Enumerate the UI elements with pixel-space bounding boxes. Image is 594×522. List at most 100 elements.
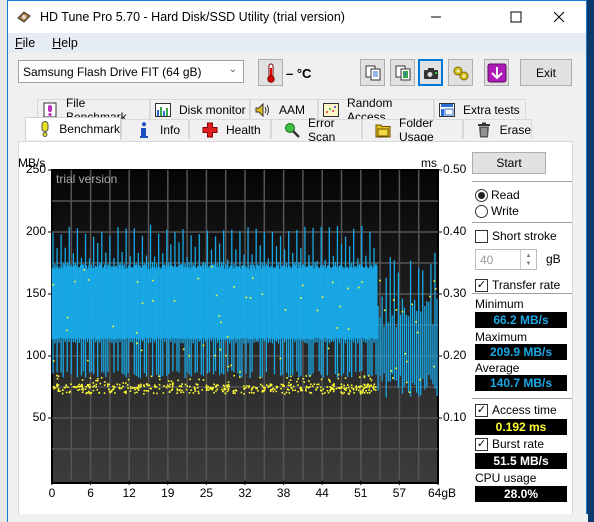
access-time-point bbox=[345, 387, 348, 389]
access-time-point bbox=[95, 383, 98, 386]
stepper-arrows[interactable]: ▲ ▼ bbox=[520, 250, 536, 269]
access-time-point bbox=[197, 277, 200, 280]
access-time-point bbox=[315, 388, 318, 391]
access-time-label: Access time bbox=[492, 403, 557, 417]
access-time-point bbox=[280, 383, 283, 386]
access-time-point bbox=[362, 389, 364, 392]
access-time-point bbox=[279, 357, 282, 360]
access-time-point bbox=[226, 390, 229, 393]
short-stroke-size-stepper[interactable]: 40 ▲ ▼ bbox=[475, 249, 537, 270]
access-time-point bbox=[327, 347, 330, 350]
checkmark-icon: ✓ bbox=[475, 403, 488, 417]
access-time-point bbox=[224, 388, 227, 390]
access-time-point bbox=[256, 387, 258, 390]
short-stroke-checkbox[interactable]: Short stroke bbox=[475, 229, 557, 243]
access-time-point bbox=[248, 384, 250, 387]
access-time-point bbox=[275, 390, 278, 393]
access-time-point bbox=[225, 354, 227, 357]
average-label: Average bbox=[475, 361, 520, 375]
short-stroke-box bbox=[475, 229, 488, 243]
access-time-point bbox=[88, 386, 91, 389]
x-tick-label: 44 bbox=[315, 486, 329, 500]
access-time-point bbox=[320, 378, 323, 381]
access-time-point bbox=[363, 392, 366, 394]
access-time-point bbox=[269, 383, 272, 386]
access-time-point bbox=[59, 390, 61, 393]
access-time-readout: 0.192 ms bbox=[475, 419, 567, 435]
access-time-point bbox=[366, 392, 369, 394]
read-radio[interactable]: Read bbox=[475, 188, 520, 202]
access-time-point bbox=[320, 386, 322, 389]
access-time-point bbox=[359, 393, 362, 395]
access-time-point bbox=[265, 384, 268, 386]
x-tick-label: 32 bbox=[238, 486, 252, 500]
access-time-point bbox=[198, 378, 200, 381]
access-time-point bbox=[320, 389, 322, 392]
write-radio[interactable]: Write bbox=[475, 204, 519, 218]
access-time-point bbox=[337, 373, 340, 376]
access-time-point bbox=[297, 377, 300, 380]
access-time-point bbox=[245, 385, 248, 387]
access-time-point bbox=[227, 365, 230, 368]
access-time-point bbox=[81, 385, 83, 387]
access-time-point bbox=[248, 391, 251, 394]
access-time-point bbox=[321, 296, 324, 298]
access-time-point bbox=[316, 386, 319, 389]
start-button[interactable]: Start bbox=[472, 152, 546, 174]
access-time-point bbox=[176, 392, 178, 394]
transfer-rate-checkbox[interactable]: ✓ Transfer rate bbox=[475, 278, 560, 292]
access-time-point bbox=[309, 383, 312, 386]
access-time-point bbox=[217, 384, 219, 386]
access-time-point bbox=[242, 385, 245, 388]
access-time-point bbox=[56, 383, 58, 386]
access-time-point bbox=[215, 384, 218, 387]
access-time-point bbox=[156, 392, 158, 395]
access-time-point bbox=[415, 321, 417, 323]
access-time-point bbox=[368, 392, 371, 394]
access-time-point bbox=[129, 390, 132, 392]
access-time-point bbox=[331, 388, 333, 391]
access-time-point bbox=[57, 389, 60, 392]
y-tick-label: 50 bbox=[32, 410, 46, 424]
access-time-point bbox=[227, 381, 230, 383]
separator bbox=[472, 293, 572, 294]
access-time-point bbox=[109, 391, 111, 394]
access-time-point bbox=[152, 279, 154, 282]
access-time-point bbox=[168, 385, 170, 388]
access-time-point bbox=[347, 386, 350, 389]
read-radio-label: Read bbox=[491, 188, 520, 202]
access-time-point bbox=[123, 391, 126, 393]
access-time-point bbox=[86, 384, 89, 386]
stepper-up-icon[interactable]: ▲ bbox=[526, 252, 532, 260]
access-time-point bbox=[85, 385, 87, 388]
access-time-point bbox=[374, 386, 377, 388]
access-time-point bbox=[122, 382, 125, 384]
access-time-point bbox=[81, 391, 84, 394]
access-time-checkbox[interactable]: ✓ Access time bbox=[475, 403, 557, 417]
access-time-point bbox=[259, 376, 261, 379]
access-time-point bbox=[158, 383, 161, 386]
access-time-point bbox=[249, 296, 252, 299]
access-time-point bbox=[77, 385, 79, 388]
access-time-point bbox=[84, 388, 87, 390]
x-tick-label: 0 bbox=[48, 486, 56, 500]
access-time-point bbox=[226, 384, 228, 387]
access-time-point bbox=[284, 308, 287, 311]
access-time-point bbox=[120, 387, 123, 390]
access-time-point bbox=[129, 386, 132, 388]
burst-rate-checkbox[interactable]: ✓ Burst rate bbox=[475, 437, 544, 451]
stepper-down-icon[interactable]: ▼ bbox=[526, 260, 532, 268]
access-time-point bbox=[181, 389, 183, 392]
access-time-point bbox=[401, 310, 404, 313]
access-time-point bbox=[100, 377, 103, 379]
access-time-point bbox=[127, 387, 129, 389]
access-time-point bbox=[140, 383, 142, 386]
access-time-point bbox=[233, 374, 236, 377]
access-time-point bbox=[140, 385, 142, 387]
access-time-point bbox=[373, 383, 376, 386]
access-time-point bbox=[261, 390, 264, 393]
access-time-point bbox=[162, 392, 165, 394]
access-time-point bbox=[56, 377, 59, 380]
maximum-label: Maximum bbox=[475, 330, 528, 344]
access-time-point bbox=[326, 386, 328, 388]
